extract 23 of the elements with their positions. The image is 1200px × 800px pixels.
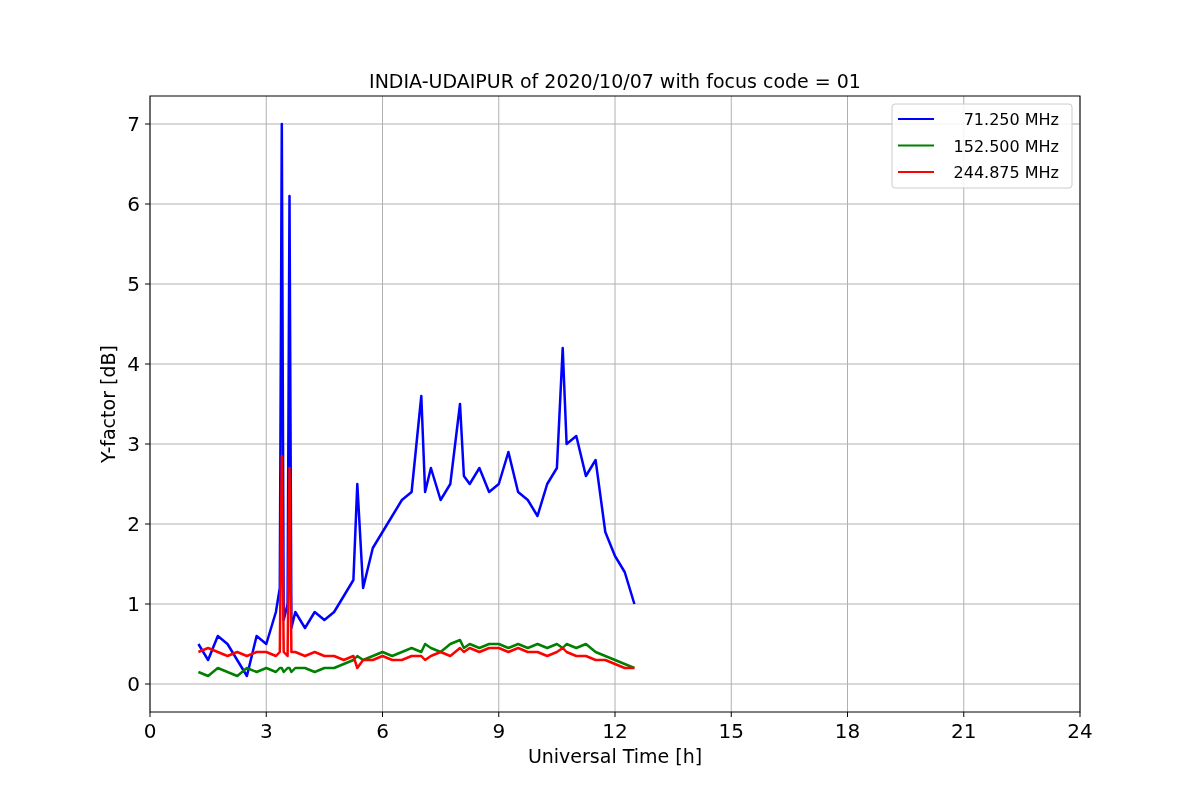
- x-tick-label: 3: [259, 719, 273, 743]
- x-tick-label: 9: [492, 719, 506, 743]
- x-axis-label: Universal Time [h]: [527, 745, 703, 767]
- x-tick-label: 21: [951, 719, 977, 743]
- y-tick-label: 1: [127, 592, 140, 616]
- x-tick-label: 6: [376, 719, 389, 743]
- x-tick-label: 0: [143, 719, 157, 743]
- x-tick-label: 15: [718, 719, 744, 743]
- y-tick-label: 2: [127, 512, 140, 536]
- y-axis-label: Y-factor [dB]: [97, 345, 119, 463]
- chart-title: INDIA-UDAIPUR of 2020/10/07 with focus code = 01: [369, 70, 861, 92]
- x-tick-label: 12: [602, 719, 628, 743]
- legend-label: 71.250 MHz: [963, 110, 1059, 129]
- legend-label: 244.875 MHz: [953, 163, 1059, 182]
- y-tick-label: 4: [127, 352, 140, 376]
- y-tick-label: 5: [127, 272, 140, 296]
- y-tick-label: 7: [127, 112, 140, 136]
- legend-label: 152.500 MHz: [953, 136, 1059, 156]
- x-tick-label: 18: [834, 719, 861, 743]
- x-tick-label: 24: [1067, 719, 1093, 743]
- y-tick-label: 6: [127, 192, 140, 216]
- y-tick-label: 0: [127, 672, 140, 696]
- y-tick-label: 3: [127, 432, 140, 456]
